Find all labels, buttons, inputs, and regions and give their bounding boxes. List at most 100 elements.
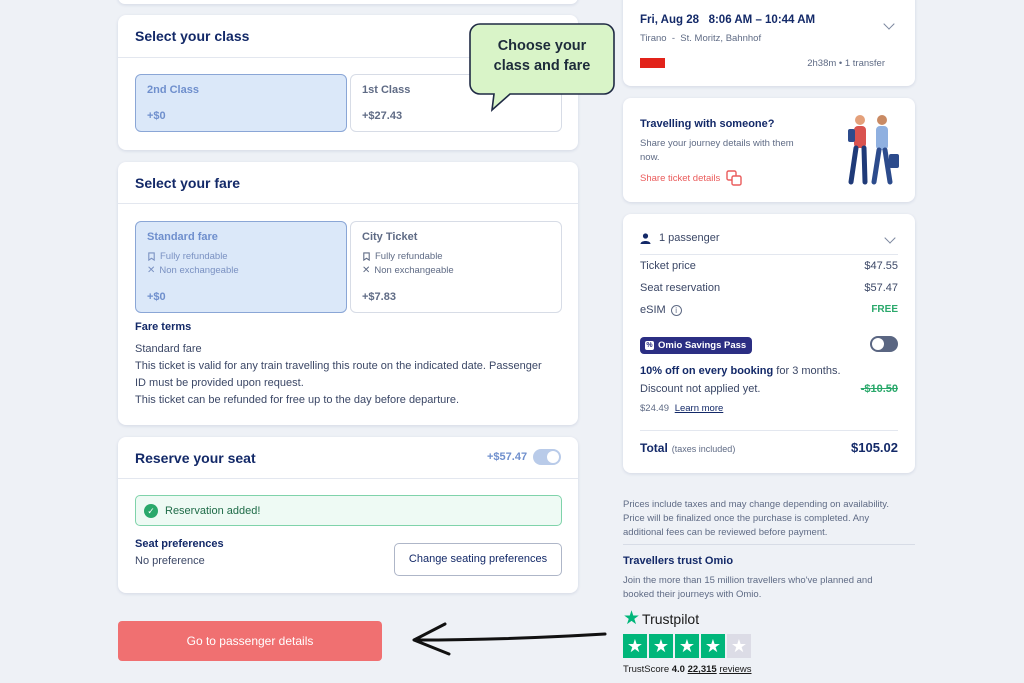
seat-reservation-label: Seat reservation: [640, 282, 721, 294]
trip-route: Tirano - St. Moritz, Bahnhof: [640, 33, 762, 44]
class-option-name: 2nd Class: [147, 84, 199, 96]
seat-title: Reserve your seat: [135, 450, 256, 466]
section-divider: [623, 544, 915, 545]
seat-reservation-value: $57.47: [864, 282, 898, 294]
share-desc: now.: [640, 152, 660, 163]
trustpilot-star-box: ★: [675, 634, 699, 658]
class-option-price: +$27.43: [362, 110, 403, 122]
reviews-count[interactable]: 22,315: [688, 664, 717, 675]
disclaimer-line: additional fees can be reviewed before p…: [623, 527, 828, 538]
seat-toggle[interactable]: [533, 449, 561, 465]
banner-text: Reservation added!: [165, 505, 261, 517]
pass-offer-line: 10% off on every booking for 3 months.: [640, 365, 841, 377]
disclaimer-line: Prices include taxes and may change depe…: [623, 499, 889, 510]
previous-card-edge: [118, 0, 578, 4]
passenger-row[interactable]: 1 passenger: [640, 232, 720, 244]
class-option-price: +$0: [147, 110, 166, 122]
class-option-name: 1st Class: [362, 84, 411, 96]
trustpilot-star-box: ★: [727, 634, 751, 658]
class-title: Select your class: [135, 28, 250, 44]
trust-desc-line: Join the more than 15 million travellers…: [623, 575, 873, 586]
fare-option-name: City Ticket: [362, 231, 418, 243]
info-icon[interactable]: i: [670, 304, 682, 316]
chevron-down-icon[interactable]: [883, 18, 895, 30]
passenger-count: 1 passenger: [659, 232, 720, 244]
operator-logo: [640, 58, 665, 68]
trust-score-value: 4.0: [671, 664, 685, 675]
fare-terms-line: ID must be provided upon request.: [135, 377, 304, 389]
feature-text: Non exchangeable: [374, 265, 454, 276]
exchange-feature: ✕ Non exchangeable: [362, 265, 454, 276]
learn-more-link[interactable]: Learn more: [675, 403, 724, 414]
trustpilot-star-box: ★: [701, 634, 725, 658]
change-seating-button[interactable]: Change seating preferences: [394, 543, 562, 576]
fare-title: Select your fare: [135, 175, 241, 191]
feature-text: Non exchangeable: [159, 265, 239, 276]
savings-pass-badge: % Omio Savings Pass: [640, 337, 753, 354]
fare-option-name: Standard fare: [147, 231, 218, 243]
pass-price-row: $24.49 Learn more: [640, 403, 723, 414]
feature-text: Fully refundable: [160, 251, 228, 262]
trustpilot-star-box: ★: [623, 634, 647, 658]
savings-pass-toggle[interactable]: [870, 336, 898, 352]
copy-icon: [726, 170, 742, 186]
refundable-feature: Fully refundable: [362, 251, 443, 262]
discount-value: -$10.50: [860, 383, 898, 395]
arrow-annotation: [412, 622, 607, 656]
total-label: Total: [640, 441, 668, 455]
reservation-banner: ✓ Reservation added!: [135, 495, 562, 526]
refundable-feature: Fully refundable: [147, 251, 228, 262]
fare-terms-line: This ticket is valid for any train trave…: [135, 360, 542, 372]
trust-score: TrustScore 4.0 22,315 reviews: [623, 664, 752, 675]
share-title: Travelling with someone?: [640, 118, 775, 130]
trustpilot-brand: Trustpilot: [642, 610, 700, 627]
travellers-illustration: [848, 115, 899, 185]
price-summary-card: 1 passenger Ticket price $47.55 Seat res…: [623, 214, 915, 473]
total-label-row: Total (taxes included): [640, 441, 735, 455]
exchange-feature: ✕ Non exchangeable: [147, 265, 239, 276]
fare-option-standard[interactable]: Standard fare Fully refundable ✕ Non exc…: [135, 221, 347, 313]
trustpilot-rating: ★ ★ ★ ★ ★: [623, 634, 751, 658]
trustpilot-star-box: ★: [649, 634, 673, 658]
fare-terms-title: Fare terms: [135, 321, 192, 333]
pass-offer-bold: 10% off on every booking: [640, 365, 774, 377]
fare-option-price: +$0: [147, 291, 166, 303]
total-note: (taxes included): [671, 444, 736, 454]
pass-offer-rest: for 3 months.: [773, 365, 841, 377]
cross-icon: ✕: [362, 265, 371, 276]
esim-label: eSIM i: [640, 304, 682, 316]
esim-text: eSIM: [640, 304, 666, 316]
badge-text: Omio Savings Pass: [658, 340, 747, 351]
trustpilot-logo: ★ Trustpilot: [623, 609, 699, 628]
esim-value: FREE: [871, 304, 898, 315]
cross-icon: ✕: [147, 265, 156, 276]
seat-pref-title: Seat preferences: [135, 538, 224, 550]
go-to-passenger-details-button[interactable]: Go to passenger details: [118, 621, 382, 661]
ticket-price-label: Ticket price: [640, 260, 696, 272]
chevron-down-icon[interactable]: [884, 232, 896, 244]
trustpilot-star-icon: ★: [623, 608, 641, 629]
feature-text: Fully refundable: [375, 251, 443, 262]
total-value: $105.02: [851, 440, 898, 455]
trust-desc: Join the more than 15 million travellers…: [623, 574, 873, 602]
seat-pref-value: No preference: [135, 555, 205, 567]
reviews-label[interactable]: reviews: [719, 664, 751, 675]
seat-price: +$57.47: [487, 451, 528, 463]
ticket-price-value: $47.55: [864, 260, 898, 272]
refund-icon: [148, 252, 155, 261]
person-icon: [640, 232, 651, 244]
share-desc: Share your journey details with them: [640, 138, 794, 149]
trip-card: Fri, Aug 28 8:06 AM – 10:44 AM Tirano - …: [623, 0, 915, 86]
seat-card: Reserve your seat +$57.47 ✓ Reservation …: [118, 437, 578, 593]
share-link-text: Share ticket details: [640, 172, 721, 184]
fare-option-price: +$7.83: [362, 291, 396, 303]
trip-date-time: Fri, Aug 28 8:06 AM – 10:44 AM: [640, 14, 816, 26]
price-disclaimer: Prices include taxes and may change depe…: [623, 498, 889, 540]
percent-icon: %: [645, 341, 654, 350]
fare-option-city-ticket[interactable]: City Ticket Fully refundable ✕ Non excha…: [350, 221, 562, 313]
trust-desc-line: booked their journeys with Omio.: [623, 589, 762, 600]
discount-not-applied: Discount not applied yet.: [640, 383, 761, 395]
share-link[interactable]: Share ticket details: [640, 170, 742, 186]
class-option-2nd[interactable]: 2nd Class +$0: [135, 74, 347, 132]
fare-terms-line: This ticket can be refunded for free up …: [135, 394, 460, 406]
